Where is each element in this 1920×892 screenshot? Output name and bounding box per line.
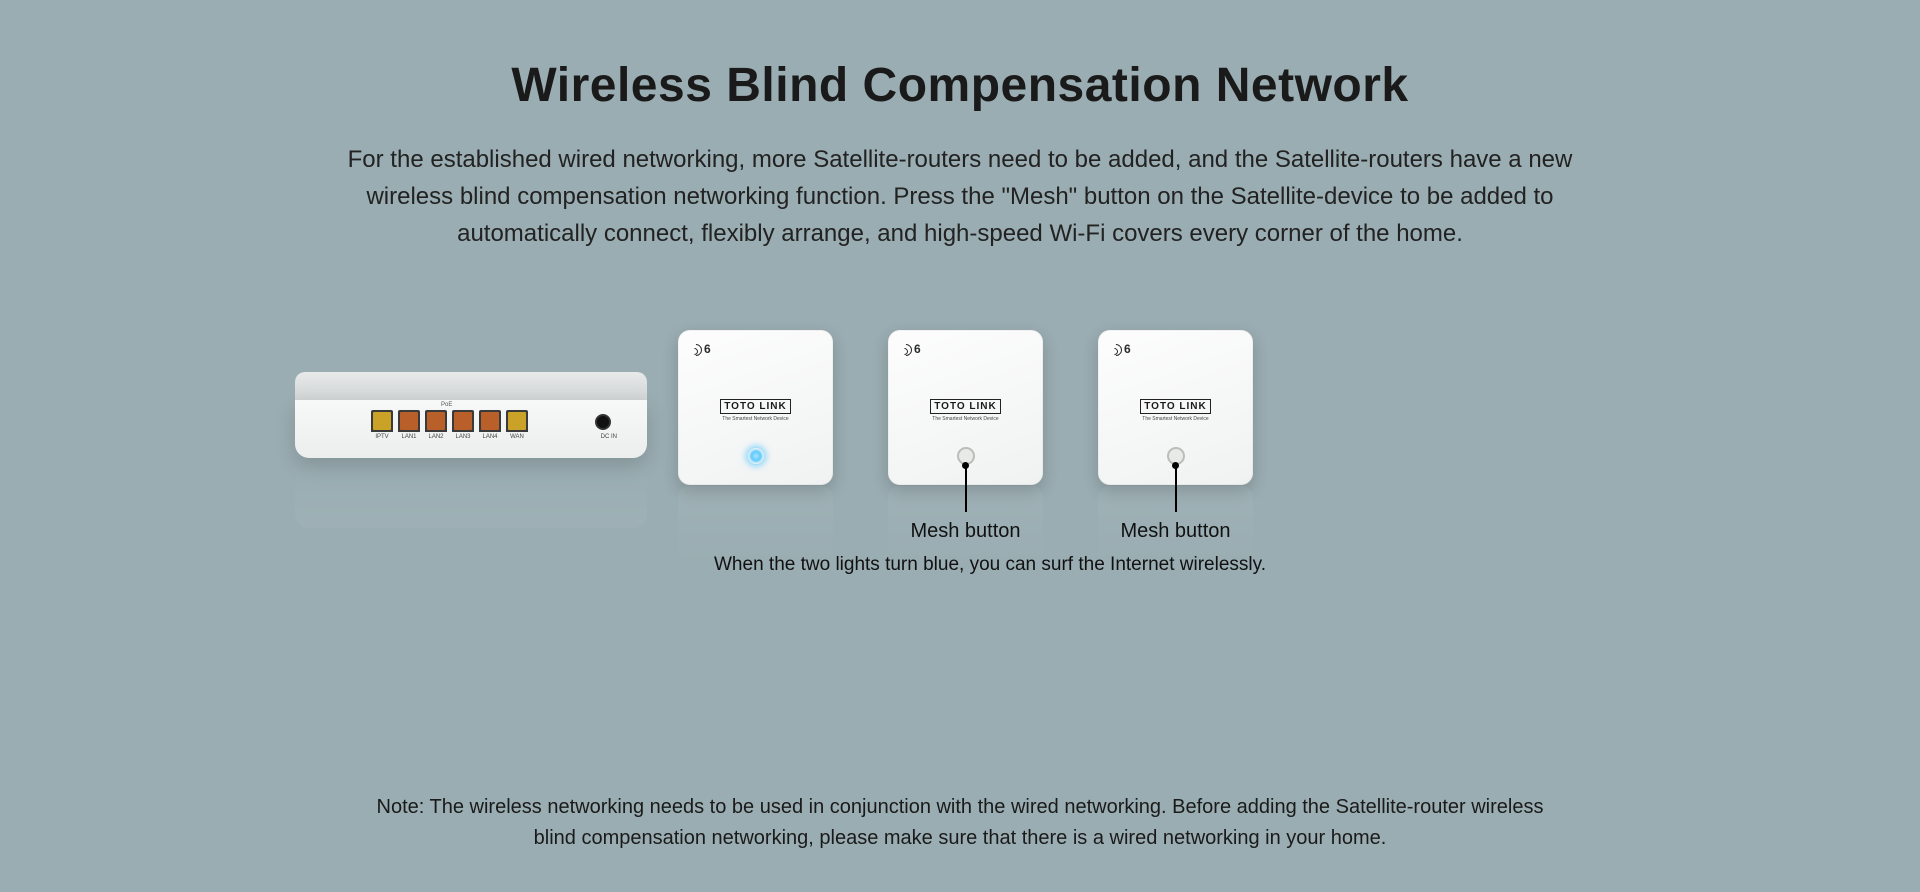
wifi6-badge: 6 (690, 342, 711, 356)
led-indicator-blue (747, 447, 765, 465)
devices-row: PoE IPTV LAN1 LAN2 LAN3 LAN4 WAN DC IN (0, 322, 1920, 662)
wifi-icon (900, 343, 912, 355)
wifi-icon (690, 343, 702, 355)
satellite-tagline: The Smartest Network Device (1135, 416, 1217, 422)
port-label-wan: WAN (506, 434, 528, 440)
satellite-brand: TOTO LINK (930, 399, 1001, 414)
wifi6-text: 6 (1124, 342, 1131, 356)
dc-label: DC IN (601, 434, 617, 440)
wifi6-badge: 6 (900, 342, 921, 356)
wifi-icon (1110, 343, 1122, 355)
port-lan3 (452, 410, 474, 432)
page-title: Wireless Blind Compensation Network (0, 0, 1920, 113)
router-device: PoE IPTV LAN1 LAN2 LAN3 LAN4 WAN DC IN (295, 372, 647, 472)
port-label-iptv: IPTV (371, 434, 393, 440)
satellite-device-1: 6 TOTO LINK The Smartest Network Device (678, 330, 833, 485)
satellite-tagline: The Smartest Network Device (925, 416, 1007, 422)
port-iptv (371, 410, 393, 432)
mesh-button-label: Mesh button (1098, 520, 1253, 543)
footer-note: Note: The wireless networking needs to b… (0, 792, 1920, 854)
port-label-lan4: LAN4 (479, 434, 501, 440)
satellite-brand: TOTO LINK (1140, 399, 1211, 414)
callout-line (965, 466, 967, 512)
port-lan4 (479, 410, 501, 432)
port-lan2 (425, 410, 447, 432)
page-subtitle: For the established wired networking, mo… (345, 141, 1575, 253)
wifi6-badge: 6 (1110, 342, 1131, 356)
router-reflection (295, 458, 647, 528)
poe-label: PoE (441, 402, 452, 408)
satellite-brand: TOTO LINK (720, 399, 791, 414)
port-label-lan3: LAN3 (452, 434, 474, 440)
dc-jack (595, 414, 611, 430)
wifi6-text: 6 (704, 342, 711, 356)
port-labels: IPTV LAN1 LAN2 LAN3 LAN4 WAN (371, 434, 528, 440)
satellite-tagline: The Smartest Network Device (715, 416, 797, 422)
mesh-button-label: Mesh button (888, 520, 1043, 543)
wifi6-text: 6 (914, 342, 921, 356)
router-ports (371, 410, 528, 432)
port-label-lan2: LAN2 (425, 434, 447, 440)
surf-instruction: When the two lights turn blue, you can s… (690, 554, 1290, 576)
port-label-lan1: LAN1 (398, 434, 420, 440)
port-wan (506, 410, 528, 432)
callout-line (1175, 466, 1177, 512)
port-lan1 (398, 410, 420, 432)
